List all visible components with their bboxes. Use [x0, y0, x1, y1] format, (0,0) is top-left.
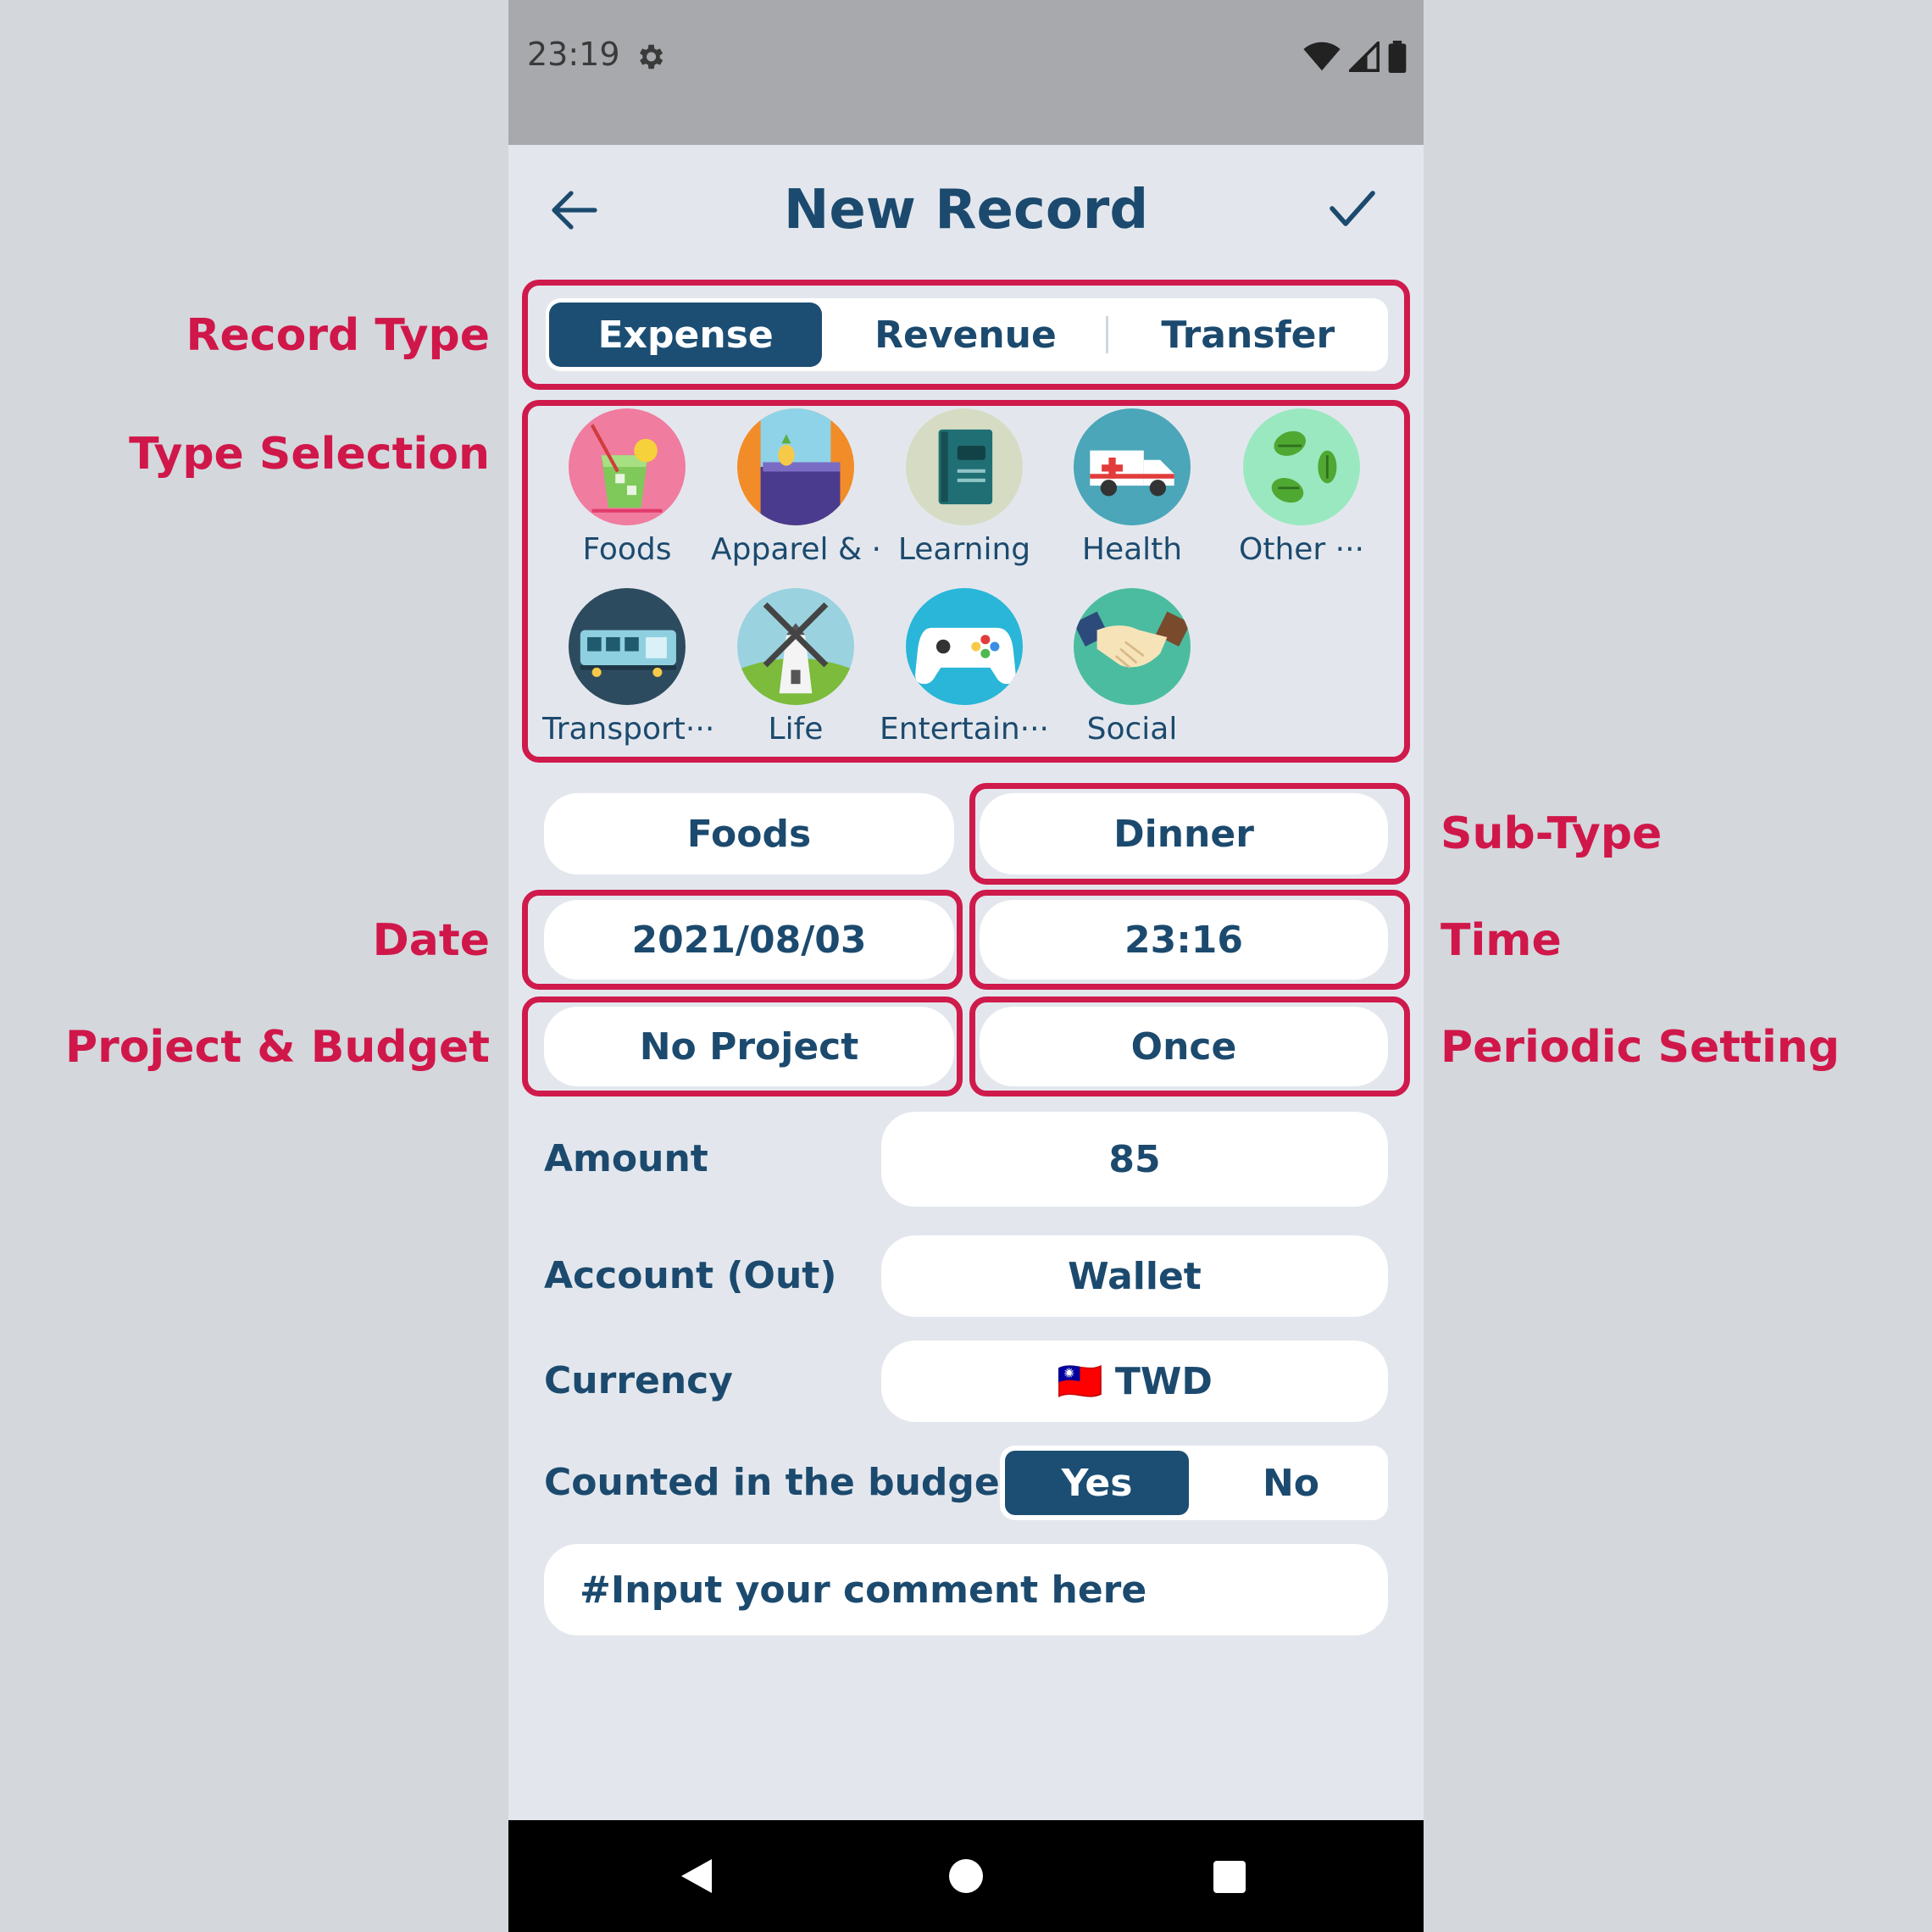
annotation-record-type: Record Type: [186, 310, 490, 361]
nav-home-icon[interactable]: [947, 1857, 985, 1895]
tab-transfer[interactable]: Transfer: [1112, 303, 1385, 367]
periodic-select[interactable]: Once: [980, 1007, 1388, 1086]
phone-screen: 23:19 New Record Expense Revenue Transfe…: [508, 0, 1424, 1932]
leaves-icon: [1243, 408, 1360, 525]
system-icons: [1303, 41, 1407, 73]
budget-no-option[interactable]: No: [1199, 1451, 1383, 1515]
category-label: Social: [1086, 712, 1178, 747]
category-label: Apparel & ···: [711, 532, 880, 567]
currency-value: TWD: [1114, 1359, 1213, 1403]
category-social[interactable]: Social: [1047, 588, 1217, 747]
annotation-date: Date: [372, 915, 490, 966]
category-label: Health: [1081, 532, 1183, 567]
category-other[interactable]: Other ···: [1217, 408, 1386, 567]
category-learning[interactable]: Learning: [880, 408, 1049, 567]
annotation-time: Time: [1441, 915, 1562, 966]
budget-yes-option[interactable]: Yes: [1005, 1451, 1189, 1515]
annotation-periodic-setting: Periodic Setting: [1441, 1022, 1840, 1073]
app-header: New Record: [508, 145, 1424, 272]
annotation-sub-type: Sub-Type: [1441, 808, 1663, 859]
page-title: New Record: [783, 179, 1149, 242]
flag-icon: 🇹🇼: [1057, 1360, 1103, 1403]
status-bar: 23:19: [508, 0, 1424, 145]
category-label: Other ···: [1239, 532, 1364, 567]
drink-icon: [569, 408, 686, 525]
signal-icon: [1349, 42, 1380, 72]
record-type-segment: Expense Revenue Transfer: [546, 298, 1388, 371]
currency-label: Currency: [544, 1359, 733, 1402]
category-label: Foods: [582, 532, 672, 567]
ambulance-icon: [1074, 408, 1191, 525]
category-label: Life: [768, 712, 824, 747]
category-label: Entertain···: [880, 712, 1049, 747]
account-select[interactable]: Wallet: [881, 1235, 1388, 1317]
time-field[interactable]: 23:16: [980, 900, 1388, 980]
status-clock: 23:19: [527, 36, 620, 73]
gamepad-icon: [906, 588, 1023, 705]
navigation-bar: [508, 1820, 1424, 1932]
nav-recents-icon[interactable]: [1212, 1859, 1247, 1895]
wifi-icon: [1303, 42, 1341, 71]
amount-input[interactable]: 85: [881, 1112, 1388, 1207]
bus-icon: [569, 588, 686, 705]
tab-revenue[interactable]: Revenue: [829, 303, 1102, 367]
sub-type-select[interactable]: Dinner: [980, 793, 1388, 874]
segment-divider: [1105, 316, 1108, 353]
budget-label: Counted in the budget: [544, 1461, 1018, 1504]
category-select[interactable]: Foods: [544, 793, 954, 874]
category-entertainment[interactable]: Entertain···: [880, 588, 1049, 747]
handshake-icon: [1074, 588, 1191, 705]
gear-icon: [639, 44, 663, 69]
project-select[interactable]: No Project: [544, 1007, 954, 1086]
currency-select[interactable]: 🇹🇼 TWD: [881, 1341, 1388, 1422]
category-label: Learning: [897, 532, 1031, 567]
battery-icon: [1388, 41, 1407, 73]
budget-toggle: Yes No: [1000, 1446, 1388, 1520]
comment-input[interactable]: #Input your comment here: [544, 1544, 1388, 1635]
category-transport[interactable]: Transport···: [542, 588, 712, 747]
check-icon[interactable]: [1329, 187, 1376, 230]
category-life[interactable]: Life: [711, 588, 880, 747]
book-icon: [906, 408, 1023, 525]
date-field[interactable]: 2021/08/03: [544, 900, 954, 980]
category-health[interactable]: Health: [1047, 408, 1217, 567]
category-label: Transport···: [542, 712, 712, 747]
category-apparel[interactable]: Apparel & ···: [711, 408, 880, 567]
tab-expense[interactable]: Expense: [549, 303, 823, 367]
windmill-icon: [737, 588, 854, 705]
clothes-icon: [737, 408, 854, 525]
amount-label: Amount: [544, 1137, 708, 1180]
annotation-type-selection: Type Selection: [129, 429, 490, 480]
account-label: Account (Out): [544, 1254, 837, 1297]
nav-back-icon[interactable]: [678, 1856, 715, 1896]
category-foods[interactable]: Foods: [542, 408, 712, 567]
annotation-project-budget: Project & Budget: [64, 1022, 490, 1073]
